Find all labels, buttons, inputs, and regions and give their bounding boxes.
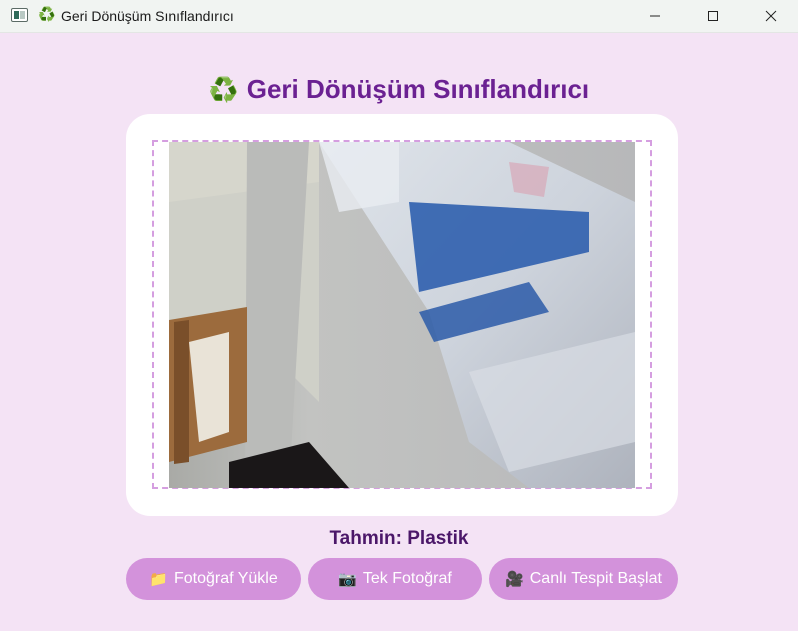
minimize-button[interactable]	[632, 0, 678, 32]
start-live-detection-button[interactable]: 🎥 Canlı Tespit Başlat	[489, 558, 678, 600]
start-live-detection-label: Canlı Tespit Başlat	[529, 570, 662, 587]
maximize-icon	[708, 11, 718, 21]
recycle-icon: ♻️	[208, 77, 239, 104]
single-photo-label: Tek Fotoğraf	[362, 570, 452, 587]
single-photo-button[interactable]: 📷 Tek Fotoğraf	[308, 558, 482, 600]
window-title: Geri Dönüşüm Sınıflandırıcı	[61, 8, 234, 24]
camera-frame-image	[169, 142, 635, 488]
minimize-icon	[650, 15, 660, 17]
prediction-label: Tahmin: Plastik	[329, 528, 469, 549]
captured-photo	[169, 142, 635, 488]
video-camera-icon: 🎥	[505, 571, 524, 588]
page-title: ♻️ Geri Dönüşüm Sınıflandırıcı	[0, 72, 798, 108]
maximize-button[interactable]	[690, 0, 736, 32]
close-button[interactable]	[748, 0, 794, 32]
page-title-text: Geri Dönüşüm Sınıflandırıcı	[246, 74, 590, 104]
close-icon	[765, 10, 777, 22]
folder-icon: 📁	[149, 571, 168, 588]
window-titlebar: ♻️ Geri Dönüşüm Sınıflandırıcı	[0, 0, 798, 33]
recycle-icon: ♻️	[38, 7, 56, 23]
upload-photo-label: Fotoğraf Yükle	[173, 570, 278, 587]
app-icon	[11, 8, 28, 22]
upload-photo-button[interactable]: 📁 Fotoğraf Yükle	[126, 558, 301, 600]
camera-icon: 📷	[338, 571, 357, 588]
